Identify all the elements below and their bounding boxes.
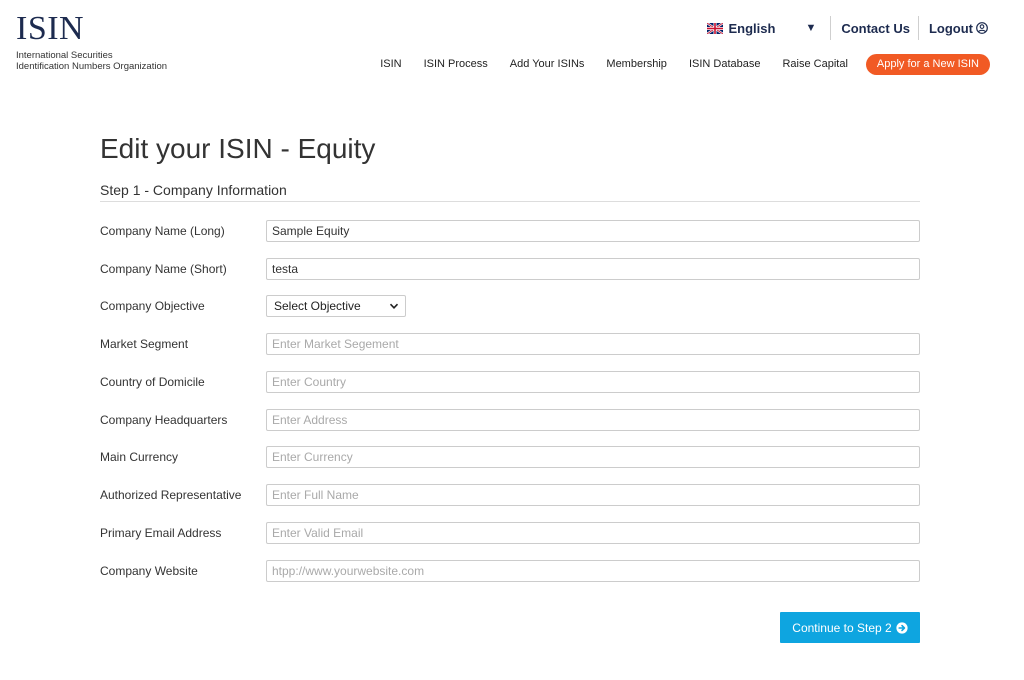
top-utility-bar: English ▼ Contact Us Logout (707, 16, 988, 40)
main-currency-label: Main Currency (100, 450, 179, 464)
market-segment-label: Market Segment (100, 337, 189, 351)
row-company-name-short: Company Name (Short) (100, 257, 920, 281)
company-objective-select[interactable]: Select Objective (266, 295, 406, 317)
nav-membership[interactable]: Membership (606, 58, 667, 70)
row-company-name-long: Company Name (Long) (100, 219, 920, 243)
main-navigation: ISIN ISIN Process Add Your ISINs Members… (380, 53, 990, 75)
row-company-website: Company Website (100, 559, 920, 583)
arrow-right-circle-icon (896, 621, 908, 634)
authorized-representative-label: Authorized Representative (100, 488, 242, 502)
company-name-long-label: Company Name (Long) (100, 224, 225, 238)
divider (100, 201, 920, 202)
company-objective-selected: Select Objective (274, 299, 361, 313)
language-label: English (728, 20, 776, 36)
caret-down-icon: ▼ (805, 22, 817, 34)
logo-subtitle-line1: International Securities (16, 50, 113, 61)
logo-subtitle: International Securities Identification … (16, 50, 167, 72)
nav-isin[interactable]: ISIN (380, 58, 401, 70)
continue-label: Continue to Step 2 (792, 620, 892, 635)
nav-isin-database[interactable]: ISIN Database (689, 58, 761, 70)
country-of-domicile-label: Country of Domicile (100, 375, 205, 389)
company-headquarters-input[interactable] (266, 409, 920, 431)
language-selector[interactable]: English ▼ (707, 21, 830, 36)
market-segment-input[interactable] (266, 333, 920, 355)
contact-us-link[interactable]: Contact Us (831, 21, 918, 36)
nav-isin-process[interactable]: ISIN Process (424, 58, 488, 70)
main-currency-input[interactable] (266, 446, 920, 468)
logo-text: ISIN (16, 10, 85, 47)
row-authorized-representative: Authorized Representative (100, 483, 920, 507)
page-title: Edit your ISIN - Equity (100, 133, 376, 164)
row-main-currency: Main Currency (100, 445, 920, 469)
company-website-label: Company Website (100, 564, 198, 578)
apply-new-isin-button[interactable]: Apply for a New ISIN (865, 53, 990, 75)
row-country-of-domicile: Country of Domicile (100, 370, 920, 394)
chevron-down-icon (389, 303, 399, 309)
row-market-segment: Market Segment (100, 332, 920, 356)
brand-logo[interactable]: ISIN International Securities Identifica… (16, 10, 167, 73)
company-name-short-input[interactable] (266, 258, 920, 280)
company-website-input[interactable] (266, 560, 920, 582)
logout-link[interactable]: Logout (919, 21, 988, 36)
primary-email-input[interactable] (266, 522, 920, 544)
company-name-long-input[interactable] (266, 220, 920, 242)
logo-subtitle-line2: Identification Numbers Organization (16, 61, 168, 72)
user-icon (976, 22, 988, 34)
nav-raise-capital[interactable]: Raise Capital (782, 58, 847, 70)
row-company-headquarters: Company Headquarters (100, 408, 920, 432)
company-headquarters-label: Company Headquarters (100, 413, 228, 427)
logout-label: Logout (928, 20, 973, 36)
company-objective-label: Company Objective (100, 299, 205, 313)
row-company-objective: Company Objective Select Objective (100, 294, 920, 318)
nav-add-your-isins[interactable]: Add Your ISINs (510, 58, 585, 70)
company-name-short-label: Company Name (Short) (100, 262, 227, 276)
uk-flag-icon (707, 22, 724, 34)
continue-to-step-2-button[interactable]: Continue to Step 2 (780, 612, 920, 643)
step-title: Step 1 - Company Information (100, 182, 287, 198)
authorized-representative-input[interactable] (266, 484, 920, 506)
row-primary-email: Primary Email Address (100, 521, 920, 545)
country-of-domicile-input[interactable] (266, 371, 920, 393)
primary-email-label: Primary Email Address (100, 526, 222, 540)
